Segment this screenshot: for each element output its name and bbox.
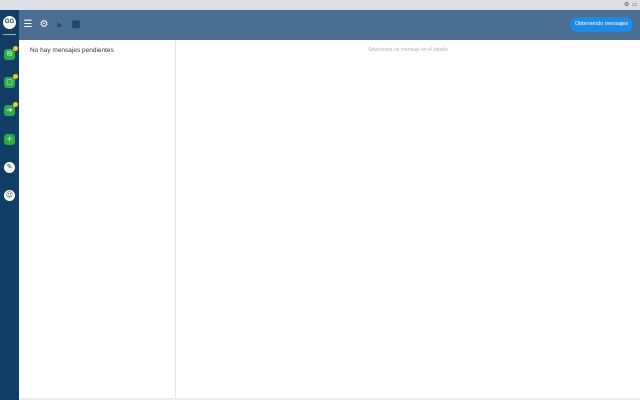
detail-placeholder-text: Seleccione un mensaje en el listado [368, 47, 448, 53]
notification-badge [13, 74, 18, 79]
sidebar-item-add[interactable]: + [4, 134, 15, 145]
sidebar-item-chat[interactable]: ✉ [4, 46, 18, 60]
message-list-pane: No hay mensajes pendientes [19, 40, 176, 400]
empty-list-text: No hay mensajes pendientes [30, 47, 114, 54]
sidebar-item-forward[interactable]: ➜ [4, 102, 18, 116]
sidebar-divider [3, 34, 16, 35]
window-title-bar: ⚙ ▭ [0, 0, 640, 10]
notification-badge [13, 102, 18, 107]
fetch-messages-button[interactable]: Obteniendo mensajes [570, 17, 633, 32]
sidebar-item-users[interactable]: ☺ [4, 190, 15, 201]
users-icon: ☺ [5, 191, 14, 199]
sidebar: GG ✉ ▢ ➜ + ✎ ☺ [0, 10, 19, 400]
brand-logo[interactable]: GG [3, 16, 16, 29]
play-icon[interactable]: ▶ [53, 18, 67, 32]
stop-icon[interactable]: ■ [69, 18, 83, 32]
message-detail-pane: Seleccione un mensaje en el listado [176, 40, 640, 400]
sidebar-item-message[interactable]: ▢ [4, 74, 18, 88]
add-icon: + [6, 135, 13, 143]
gear-icon[interactable]: ⚙ [37, 18, 51, 32]
minimize-icon[interactable]: ▭ [632, 2, 638, 8]
menu-icon[interactable]: ☰ [21, 18, 35, 32]
settings-small-icon[interactable]: ⚙ [624, 2, 629, 8]
edit-icon: ✎ [6, 163, 13, 171]
notification-badge [13, 46, 18, 51]
toolbar: ☰ ⚙ ▶ ■ Obteniendo mensajes [19, 10, 640, 40]
sidebar-item-edit[interactable]: ✎ [4, 162, 15, 173]
